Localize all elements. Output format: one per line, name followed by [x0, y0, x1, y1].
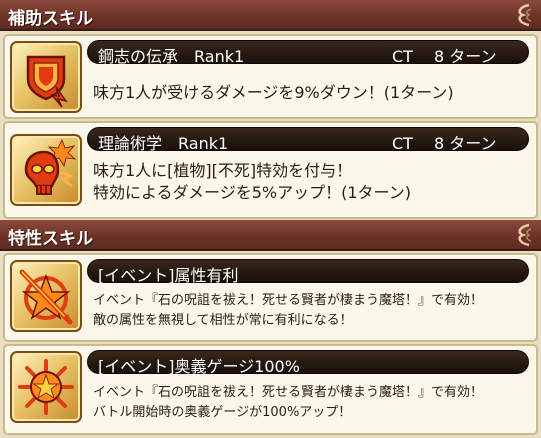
trait-name: [イベント]属性有利	[98, 266, 239, 285]
support-skills-header: 補助スキル	[0, 0, 541, 31]
scroll-flourish-icon	[518, 223, 532, 247]
trait-description: イベント『石の呪詛を祓え！死せる賢者が棲まう魔塔！』で有効！ 敵の属性を無視して…	[93, 291, 483, 331]
skill-cooldown: CT 8 ターン	[392, 134, 497, 153]
skill-name: 鋼志の伝承 Rank1	[98, 47, 245, 66]
skill-cooldown: CT 8 ターン	[392, 47, 497, 66]
trait-name: [イベント]奥義ゲージ100%	[98, 357, 300, 376]
skill-description-line: 特効によるダメージを5%アップ！(1ターン)	[93, 183, 411, 202]
trait-description-line: 敵の属性を無視して相性が常に有利になる！	[93, 313, 353, 328]
support-skills-title: 補助スキル	[8, 9, 93, 29]
trait-description-line: イベント『石の呪詛を祓え！死せる賢者が棲まう魔塔！』で有効！	[93, 293, 484, 308]
trait-skills-header: 特性スキル	[0, 220, 541, 251]
shield-arrow-down-icon	[10, 41, 82, 113]
sigil-star-icon	[10, 260, 82, 332]
skill-description-line: 味方1人に[植物][不死]特効を付与！	[93, 161, 353, 180]
trait-description-line: イベント『石の呪詛を祓え！死せる賢者が棲まう魔塔！』で有効！	[93, 385, 484, 400]
skill-name: 理論術学 Rank1	[98, 134, 229, 153]
skill-description: 味方1人が受けるダメージを9%ダウン！(1ターン)	[93, 82, 454, 104]
skill-card-theory-study[interactable]: 理論術学 Rank1 CT 8 ターン 味方1人に[植物][不死]特効を付与！ …	[3, 121, 538, 219]
skull-burst-icon	[10, 134, 82, 206]
skill-name-bar: 鋼志の伝承 Rank1 CT 8 ターン	[87, 40, 529, 66]
sun-sigil-icon	[10, 351, 82, 423]
skill-description-line: 味方1人が受けるダメージを9%ダウン！(1ターン)	[93, 83, 454, 102]
trait-card-attribute-advantage[interactable]: [イベント]属性有利 イベント『石の呪詛を祓え！死せる賢者が棲まう魔塔！』で有効…	[3, 253, 538, 342]
trait-name-bar: [イベント]奥義ゲージ100%	[87, 350, 529, 376]
trait-name-bar: [イベント]属性有利	[87, 259, 529, 285]
skill-name-bar: 理論術学 Rank1 CT 8 ターン	[87, 127, 529, 153]
skill-card-steel-will[interactable]: 鋼志の伝承 Rank1 CT 8 ターン 味方1人が受けるダメージを9%ダウン！…	[3, 34, 538, 119]
skill-description: 味方1人に[植物][不死]特効を付与！ 特効によるダメージを5%アップ！(1ター…	[93, 160, 411, 204]
trait-skills-title: 特性スキル	[8, 229, 93, 249]
scroll-flourish-icon	[518, 3, 532, 27]
trait-description-line: バトル開始時の奥義ゲージが100%アップ！	[93, 405, 352, 420]
trait-description: イベント『石の呪詛を祓え！死せる賢者が棲まう魔塔！』で有効！ バトル開始時の奥義…	[93, 383, 483, 423]
trait-card-ougi-gauge[interactable]: [イベント]奥義ゲージ100% イベント『石の呪詛を祓え！死せる賢者が棲まう魔塔…	[3, 344, 538, 435]
